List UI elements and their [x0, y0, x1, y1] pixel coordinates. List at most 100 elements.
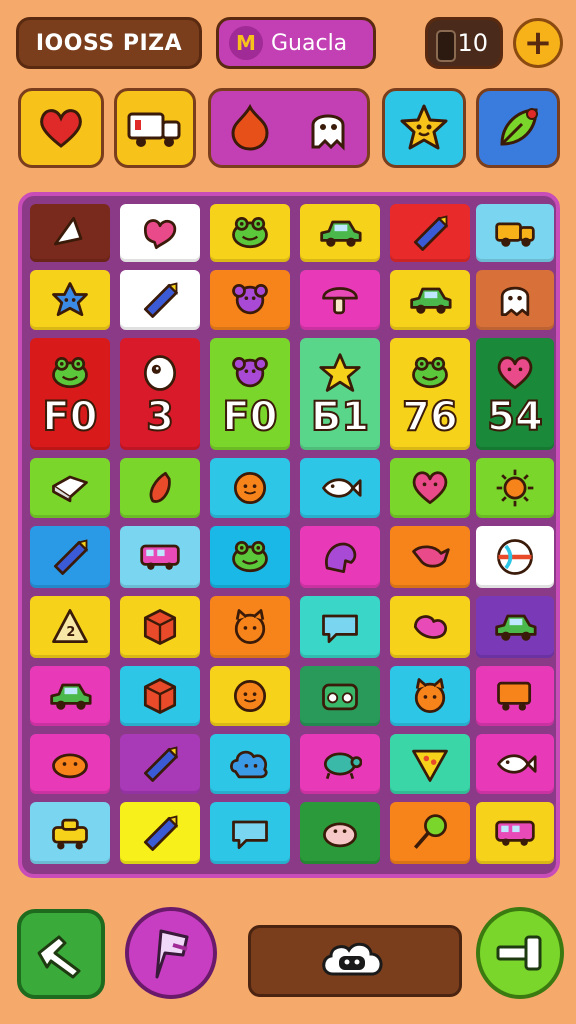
m-logo-icon: M	[229, 26, 263, 60]
orange-face-icon	[233, 471, 267, 505]
sun-icon	[496, 469, 534, 507]
powerup-truck[interactable]	[114, 88, 196, 168]
hammer-icon	[496, 935, 542, 971]
character-bar[interactable]	[248, 925, 462, 997]
board-tile[interactable]	[210, 458, 290, 518]
car-icon	[320, 220, 362, 247]
ghost-face-icon	[143, 355, 177, 391]
add-moves-button[interactable]: +	[513, 18, 563, 68]
board-tile[interactable]: 76	[390, 338, 470, 450]
board-tile[interactable]	[120, 596, 200, 658]
heart-icon	[40, 109, 82, 148]
board-tile[interactable]	[476, 596, 554, 658]
pig-icon	[323, 822, 357, 848]
board-tile[interactable]	[300, 204, 380, 262]
car-icon	[495, 614, 537, 641]
fish-icon	[322, 478, 362, 498]
board-tile[interactable]	[120, 802, 200, 864]
cube-icon	[143, 678, 177, 714]
board-tile[interactable]: F0	[210, 338, 290, 450]
cloud-creature-icon	[322, 942, 383, 976]
powerup-leaf[interactable]	[476, 88, 560, 168]
board-tile[interactable]	[390, 734, 470, 794]
hand-pointer-icon	[37, 935, 81, 979]
car-icon	[50, 683, 92, 710]
board-tile[interactable]	[390, 270, 470, 330]
heart-blob-icon	[143, 219, 177, 250]
svg-text:2: 2	[66, 625, 75, 640]
flag-button[interactable]	[125, 907, 217, 999]
frog-face-icon	[232, 216, 268, 249]
board-tile[interactable]	[30, 458, 110, 518]
board-tile[interactable]	[210, 596, 290, 658]
board-tile[interactable]	[390, 802, 470, 864]
hammer-button[interactable]	[476, 907, 564, 999]
board-tile[interactable]	[476, 204, 554, 262]
board-tile[interactable]	[390, 204, 470, 262]
powerup-heart[interactable]	[18, 88, 104, 168]
board-tile[interactable]	[476, 270, 554, 330]
creature-icon	[325, 542, 357, 574]
board-tile[interactable]	[210, 204, 290, 262]
pizza-icon	[412, 749, 448, 782]
board-tile[interactable]	[120, 270, 200, 330]
board-tile[interactable]	[30, 204, 110, 262]
powerup-fire-ghost[interactable]	[208, 88, 370, 168]
orange-face-icon	[233, 679, 267, 713]
cube-icon	[143, 609, 177, 645]
board-tile[interactable]: Б1	[300, 338, 380, 450]
player-name-pill[interactable]: M Guacla	[216, 17, 376, 69]
star-icon	[319, 353, 361, 392]
board-tile[interactable]	[300, 666, 380, 726]
game-title-text: IOOSS PIZA	[35, 30, 183, 56]
board-tile[interactable]	[476, 526, 554, 588]
board-tile[interactable]	[30, 802, 110, 864]
board-tile[interactable]	[210, 526, 290, 588]
board-tile[interactable]	[210, 270, 290, 330]
board-tile[interactable]	[300, 270, 380, 330]
board-tile[interactable]	[390, 458, 470, 518]
board-tile[interactable]	[300, 458, 380, 518]
board-tile[interactable]	[300, 734, 380, 794]
board-tile[interactable]	[476, 458, 554, 518]
powerup-star[interactable]	[382, 88, 466, 168]
bus-icon	[495, 820, 535, 846]
hint-button[interactable]	[17, 909, 105, 999]
board-tile[interactable]	[476, 734, 554, 794]
frog-face-icon	[232, 540, 268, 573]
board-tile[interactable]	[210, 666, 290, 726]
tank-icon	[52, 818, 88, 850]
star-face-icon	[400, 104, 448, 150]
board-tile[interactable]	[210, 802, 290, 864]
board-tile[interactable]	[120, 666, 200, 726]
radio-icon	[322, 683, 358, 711]
board-tile[interactable]	[390, 666, 470, 726]
board-tile[interactable]	[390, 526, 470, 588]
board-tile[interactable]	[476, 666, 554, 726]
flower-icon	[232, 283, 268, 315]
board-tile[interactable]	[210, 734, 290, 794]
board-tile[interactable]	[120, 204, 200, 262]
mushroom-icon	[322, 287, 358, 315]
board-tile[interactable]	[30, 526, 110, 588]
board-tile[interactable]	[390, 596, 470, 658]
board-tile[interactable]	[120, 734, 200, 794]
board-tile[interactable]: 54	[476, 338, 554, 450]
board-tile[interactable]: 2	[30, 596, 110, 658]
board-tile[interactable]	[476, 802, 554, 864]
board-tile[interactable]	[300, 596, 380, 658]
truck-icon	[495, 222, 535, 247]
board-tile[interactable]	[30, 270, 110, 330]
board-tile[interactable]	[300, 526, 380, 588]
board-tile[interactable]	[300, 802, 380, 864]
board-tile[interactable]	[120, 526, 200, 588]
board-tile[interactable]: 3	[120, 338, 200, 450]
pyramid-icon	[53, 216, 83, 246]
tile-number: 76	[401, 394, 459, 440]
game-board: F0 3 F0 Б1 76 54 2	[18, 192, 560, 878]
board-tile[interactable]	[120, 458, 200, 518]
board-tile[interactable]	[30, 734, 110, 794]
board-tile[interactable]: F0	[30, 338, 110, 450]
board-tile[interactable]	[30, 666, 110, 726]
cat-face-icon	[234, 609, 266, 644]
